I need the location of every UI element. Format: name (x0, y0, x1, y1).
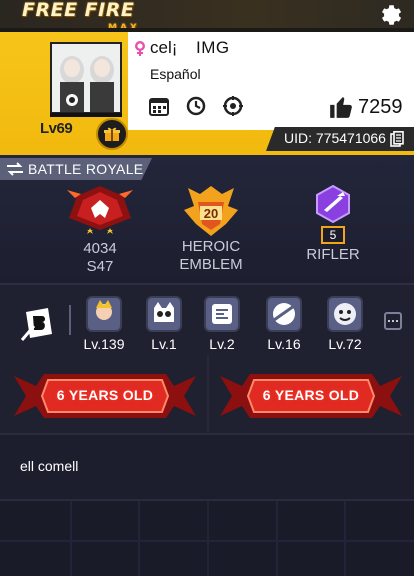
battle-royale-label: BATTLE ROYALE (28, 161, 144, 177)
thumbs-up-icon (330, 97, 352, 118)
section-separator (0, 283, 414, 285)
rank-season: S47 (86, 258, 114, 275)
emblem-subtitle: EMBLEM (179, 256, 243, 273)
gift-icon (104, 127, 120, 141)
booyah-icon (20, 308, 52, 341)
header-divider (0, 28, 414, 32)
progression-level: Lv.139 (83, 336, 125, 352)
grid-line (276, 501, 278, 576)
progression-item-pet[interactable]: Lv.1 (138, 296, 190, 352)
gift-button[interactable] (96, 118, 128, 150)
character-icon (86, 296, 122, 332)
likes[interactable]: 7259 (328, 92, 403, 122)
guild-tag[interactable]: IMG (196, 38, 230, 58)
likes-count: 7259 (358, 95, 403, 118)
uid-text: UID: 775471066 (284, 130, 386, 146)
grid-line (70, 501, 72, 576)
signature-text: ell comell (20, 458, 79, 474)
years-badge-label: 6 YEARS OLD (56, 387, 154, 403)
progression-item-character[interactable]: Lv.139 (78, 296, 130, 352)
role-title: RIFLER (306, 246, 360, 263)
years-badge-label: 6 YEARS OLD (262, 387, 360, 403)
years-badge[interactable]: 6 YEARS OLD (14, 366, 196, 424)
more-dot (396, 320, 398, 322)
rifler-icon (316, 184, 350, 224)
companion-icon (327, 296, 363, 332)
swap-icon (7, 162, 23, 176)
grid-line (207, 501, 209, 576)
progression-level: Lv.16 (267, 336, 301, 352)
nickname: cel¡ (150, 38, 178, 57)
chip-icon (204, 296, 240, 332)
progression-item-chip[interactable]: Lv.2 (196, 296, 248, 352)
gear-icon (382, 5, 402, 25)
rank-points: 4034 (83, 240, 117, 257)
mask-icon (266, 296, 302, 332)
pet-icon (146, 296, 182, 332)
progression-item-companion[interactable]: Lv.72 (319, 296, 371, 352)
booyah-pass-button[interactable] (18, 304, 58, 344)
br-rank[interactable]: 4034 S47 (58, 184, 142, 276)
years-badge[interactable]: 6 YEARS OLD (220, 366, 402, 424)
avatar-frame-bottom (50, 113, 122, 117)
progression-level: Lv.2 (209, 336, 235, 352)
more-dot (388, 320, 390, 322)
rank-badge-icon (67, 186, 133, 234)
grid-line (0, 540, 414, 542)
clock-icon[interactable] (185, 95, 207, 117)
language: Español (150, 66, 201, 82)
calendar-icon[interactable] (148, 95, 170, 117)
progression-item-mask[interactable]: Lv.16 (258, 296, 310, 352)
role-level: 5 (321, 226, 345, 244)
grid-line (138, 501, 140, 576)
avatar[interactable] (50, 42, 122, 114)
emblem-title: HEROIC (181, 238, 241, 255)
progression-level: Lv.1 (151, 336, 177, 352)
player-level: Lv69 (40, 120, 73, 137)
br-role[interactable]: 5 RIFLER (298, 184, 368, 264)
battle-royale-tab[interactable]: BATTLE ROYALE (0, 158, 152, 180)
game-logo: FREE FIRE MAX (22, 0, 156, 33)
progression-level: Lv.72 (328, 336, 362, 352)
female-icon (135, 41, 145, 56)
more-dot (392, 320, 394, 322)
badge-divider (207, 355, 209, 433)
copy-icon[interactable] (390, 131, 404, 147)
progression-divider (69, 305, 71, 335)
grid-line (344, 501, 346, 576)
target-icon[interactable] (222, 95, 244, 117)
settings-button[interactable] (378, 2, 404, 28)
br-emblem[interactable]: 20 HEROIC EMBLEM (166, 184, 256, 274)
more-button[interactable] (384, 312, 402, 330)
emblem-level: 20 (203, 206, 219, 221)
